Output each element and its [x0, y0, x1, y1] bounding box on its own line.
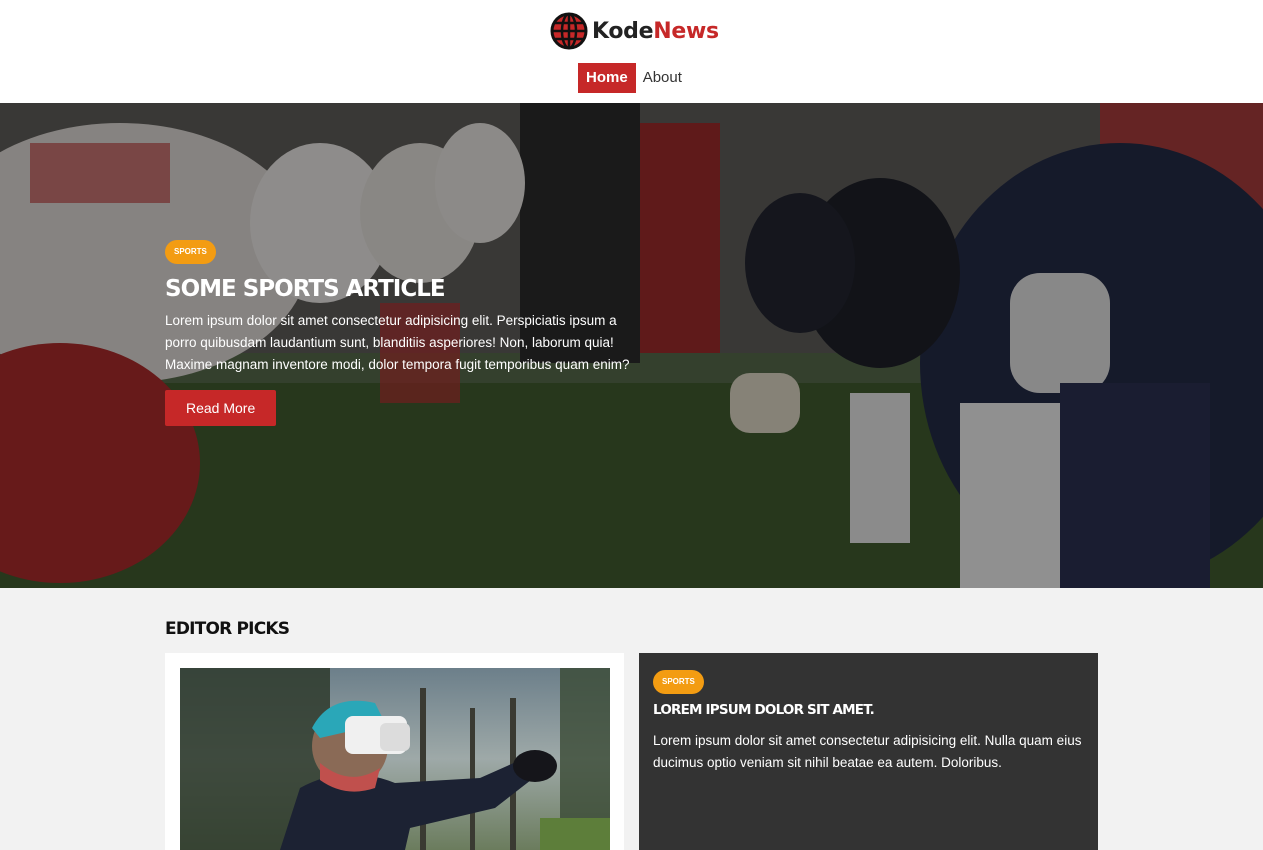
hero-text: Lorem ipsum dolor sit amet consectetur a…: [165, 313, 630, 372]
main-nav: Home About: [578, 63, 689, 93]
brand-name-news: News: [653, 18, 719, 44]
hero-section: Sports Some Sports Article Lorem ipsum d…: [0, 103, 1263, 588]
logo[interactable]: KodeNews: [550, 12, 719, 50]
brand-name-kode: Kode: [592, 18, 654, 44]
editor-picks-title: Editor Picks: [165, 619, 290, 639]
card-title[interactable]: Lorem ipsum dolor sit amet.: [653, 702, 875, 718]
editor-pick-image-card[interactable]: [165, 653, 624, 850]
nav-about[interactable]: About: [636, 63, 689, 93]
hero-category-badge[interactable]: Sports: [165, 240, 216, 264]
editor-pick-text-card[interactable]: Sports Lorem ipsum dolor sit amet. Lorem…: [639, 653, 1098, 850]
site-header: KodeNews Home About: [0, 0, 1263, 103]
hero-title: Some Sports Article: [165, 276, 446, 302]
read-more-button[interactable]: Read More: [165, 390, 277, 426]
vr-player-photo[interactable]: [180, 668, 610, 850]
card-category-badge[interactable]: Sports: [653, 670, 704, 694]
nav-home[interactable]: Home: [578, 63, 636, 93]
brand-name: KodeNews: [592, 19, 719, 44]
vr-player-image: [180, 668, 610, 850]
card-text: Lorem ipsum dolor sit amet consectetur a…: [653, 733, 1082, 770]
hero-content: Sports Some Sports Article Lorem ipsum d…: [165, 240, 630, 426]
globe-icon: [550, 12, 588, 50]
